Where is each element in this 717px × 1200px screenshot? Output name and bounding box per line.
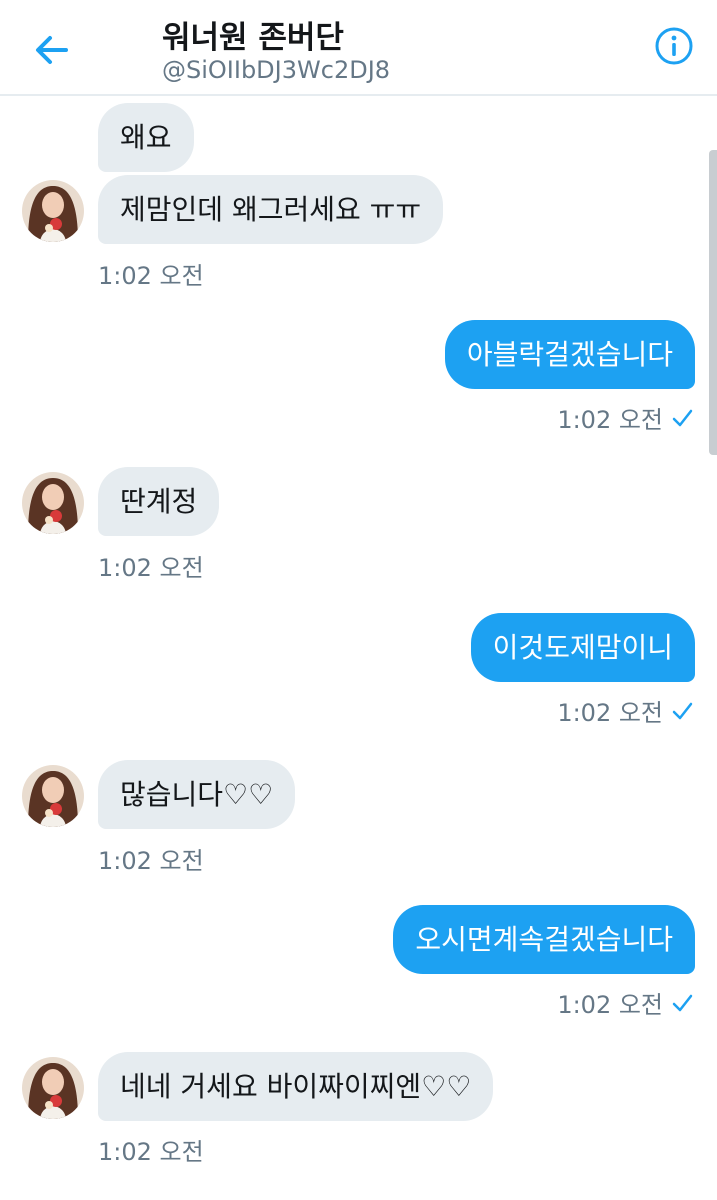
incoming-message-bubble[interactable]: 많습니다♡♡: [98, 760, 296, 829]
message-timestamp: 1:02 오전: [557, 406, 663, 434]
message-timestamp: 1:02 오전: [98, 554, 204, 582]
incoming-message-bubble[interactable]: 네네 거세요 바이짜이찌엔♡♡: [98, 1052, 494, 1121]
message-timestamp: 1:02 오전: [98, 847, 204, 875]
incoming-message-bubble[interactable]: 왜요: [98, 103, 194, 172]
checkmark-icon: [672, 702, 693, 719]
message-timestamp: 1:02 오전: [98, 262, 204, 290]
message-meta: 1:02 오전: [557, 985, 693, 1020]
outgoing-message-bubble[interactable]: 아블락걸겠습니다: [444, 320, 695, 389]
outgoing-message-bubble[interactable]: 오시면계속걸겠습니다: [393, 905, 695, 974]
incoming-message-bubble[interactable]: 제맘인데 왜그러세요 ㅠㅠ: [98, 175, 444, 244]
avatar[interactable]: [22, 765, 84, 827]
conversation-header: 워너원 존버단 @SiOIIbDJ3Wc2DJ8: [0, 0, 717, 96]
message-timestamp: 1:02 오전: [98, 1138, 204, 1166]
avatar[interactable]: [22, 472, 84, 534]
avatar[interactable]: [22, 180, 84, 242]
message-meta: 1:02 오전: [557, 693, 693, 728]
checkmark-icon: [672, 994, 693, 1011]
outgoing-message-bubble[interactable]: 이것도제맘이니: [470, 613, 695, 682]
conversation-handle: @SiOIIbDJ3Wc2DJ8: [162, 56, 391, 84]
info-icon[interactable]: [654, 26, 694, 66]
message-meta: 1:02 오전: [557, 400, 693, 435]
incoming-message-bubble[interactable]: 딴계정: [98, 467, 220, 536]
checkmark-icon: [672, 409, 693, 426]
conversation-title: 워너원 존버단: [162, 20, 344, 56]
avatar[interactable]: [22, 1057, 84, 1119]
back-arrow-icon[interactable]: [30, 28, 74, 72]
scrollbar[interactable]: [709, 150, 717, 455]
message-timestamp: 1:02 오전: [557, 699, 663, 727]
message-timestamp: 1:02 오전: [557, 991, 663, 1019]
